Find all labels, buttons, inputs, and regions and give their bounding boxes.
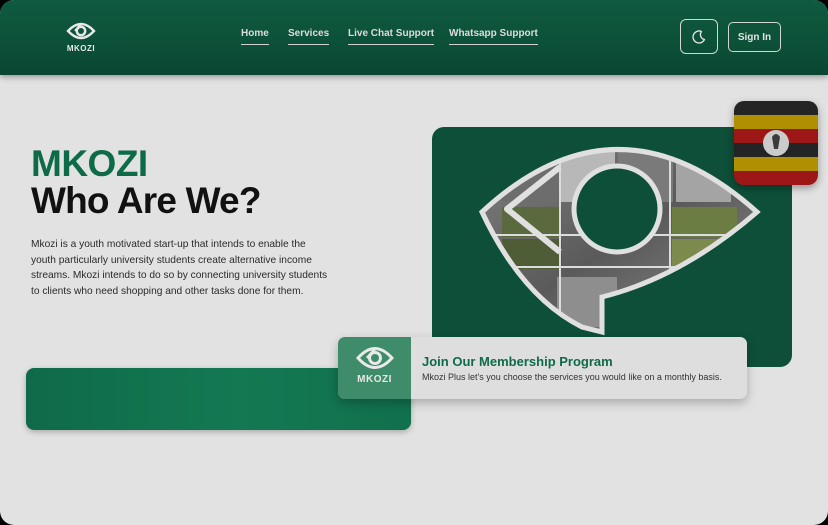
- membership-description: Mkozi Plus let's you choose the services…: [422, 372, 722, 382]
- membership-card[interactable]: MKOZI Join Our Membership Program Mkozi …: [338, 337, 747, 399]
- sign-in-button[interactable]: Sign In: [728, 22, 781, 52]
- logo-text: MKOZI: [66, 44, 96, 53]
- nav-home[interactable]: Home: [241, 28, 269, 45]
- nav-whatsapp-support[interactable]: Whatsapp Support: [449, 28, 538, 45]
- membership-title[interactable]: Join Our Membership Program: [422, 354, 613, 369]
- page-title: Who Are We?: [31, 180, 261, 221]
- header-logo[interactable]: MKOZI: [64, 20, 98, 60]
- eye-logo-icon: [66, 22, 96, 40]
- membership-logo-text: MKOZI: [357, 374, 392, 385]
- nav-live-chat-support[interactable]: Live Chat Support: [348, 28, 435, 45]
- moon-icon: [692, 29, 706, 44]
- top-header: MKOZI Home Services Live Chat Support Wh…: [0, 0, 828, 75]
- dark-mode-button[interactable]: [680, 19, 718, 54]
- eye-logo-icon: [355, 347, 394, 369]
- brand-heading: MKOZI: [31, 143, 148, 184]
- membership-logo: MKOZI: [338, 337, 411, 399]
- nav-services[interactable]: Services: [288, 28, 330, 45]
- uganda-flag-icon[interactable]: [734, 101, 818, 185]
- page: MKOZI Home Services Live Chat Support Wh…: [0, 0, 828, 525]
- hero-description: Mkozi is a youth motivated start-up that…: [31, 239, 328, 297]
- flag-image: [734, 101, 818, 185]
